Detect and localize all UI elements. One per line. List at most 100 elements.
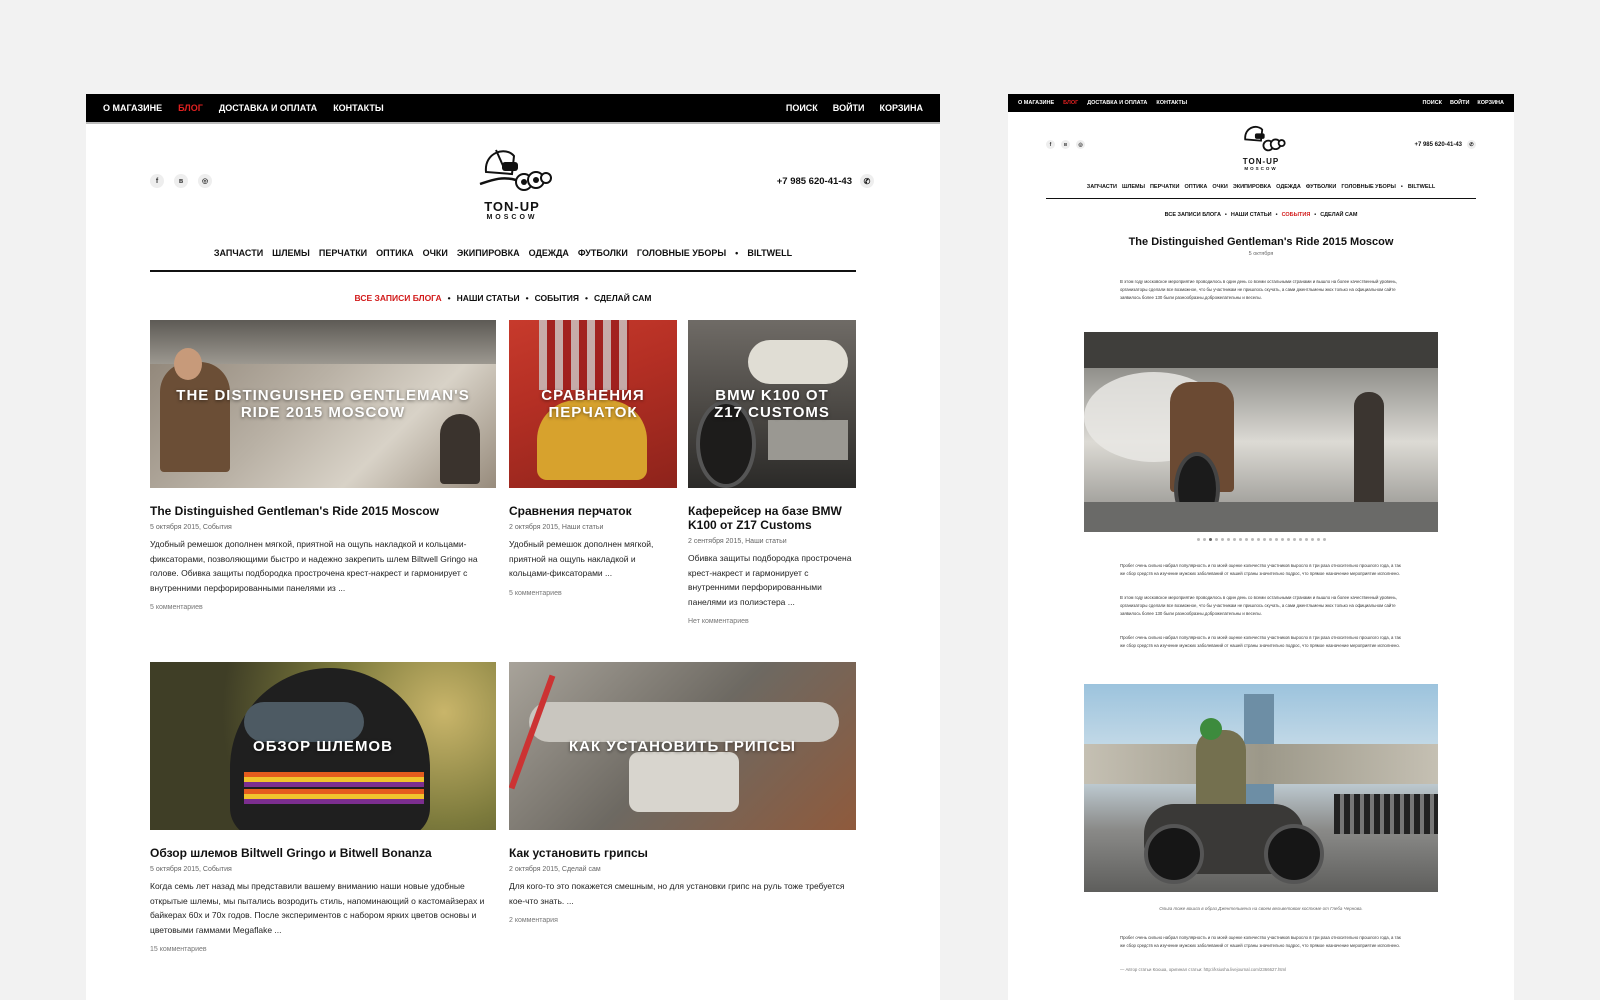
- phone-number[interactable]: +7 985 620-41-43: [1414, 142, 1462, 148]
- post-title[interactable]: Сравнения перчаток: [509, 504, 677, 518]
- cat-optics[interactable]: Оптика: [1185, 184, 1208, 190]
- facebook-icon[interactable]: f: [150, 174, 164, 188]
- cat-gear[interactable]: Экипировка: [1233, 184, 1271, 190]
- site-logo[interactable]: TON-UP MOSCOW: [1221, 120, 1301, 171]
- nav-login[interactable]: Войти: [833, 103, 865, 113]
- cat-tshirts[interactable]: Футболки: [578, 248, 628, 258]
- cat-biltwell[interactable]: Biltwell: [1408, 184, 1435, 190]
- tab-our-articles[interactable]: Наши статьи: [1231, 212, 1272, 218]
- pager-dot[interactable]: [1292, 538, 1296, 541]
- vk-icon[interactable]: в: [1061, 140, 1070, 149]
- nav-contacts[interactable]: Контакты: [333, 103, 383, 113]
- post-title[interactable]: Как установить грипсы: [509, 846, 856, 860]
- nav-delivery[interactable]: Доставка и оплата: [219, 103, 317, 113]
- cat-parts[interactable]: Запчасти: [1087, 184, 1117, 190]
- post-card[interactable]: The Distinguished Gentleman's Ride 2015 …: [150, 320, 496, 611]
- pager-dot[interactable]: [1268, 538, 1272, 541]
- cat-helmets[interactable]: Шлемы: [1122, 184, 1145, 190]
- tab-all-posts[interactable]: Все записи блога: [1165, 212, 1221, 218]
- post-image[interactable]: Сравнения перчаток: [509, 320, 677, 488]
- pager-dot[interactable]: [1322, 538, 1326, 541]
- pager-dot[interactable]: [1310, 538, 1314, 541]
- pager-dot[interactable]: [1298, 538, 1302, 541]
- pager-dot[interactable]: [1256, 538, 1260, 541]
- cat-goggles[interactable]: Очки: [1212, 184, 1227, 190]
- post-title[interactable]: Обзор шлемов Biltwell Gringo и Bitwell B…: [150, 846, 496, 860]
- post-comments[interactable]: Нет комментариев: [688, 618, 856, 625]
- pager-dot[interactable]: [1274, 538, 1278, 541]
- post-title[interactable]: The Distinguished Gentleman's Ride 2015 …: [150, 504, 496, 518]
- pager-dot[interactable]: [1244, 538, 1248, 541]
- pager-dot[interactable]: [1286, 538, 1290, 541]
- cat-gear[interactable]: Экипировка: [457, 248, 520, 258]
- cat-optics[interactable]: Оптика: [376, 248, 413, 258]
- nav-search[interactable]: Поиск: [786, 103, 818, 113]
- cat-headwear[interactable]: Головные уборы: [1341, 184, 1396, 190]
- pager-dot[interactable]: [1196, 538, 1200, 541]
- tab-our-articles[interactable]: Наши статьи: [457, 293, 520, 303]
- cat-helmets[interactable]: Шлемы: [272, 248, 310, 258]
- nav-blog[interactable]: Блог: [178, 103, 203, 113]
- cat-gloves[interactable]: Перчатки: [319, 248, 367, 258]
- nav-blog[interactable]: Блог: [1063, 100, 1078, 106]
- pager-dot[interactable]: [1238, 538, 1242, 541]
- site-logo[interactable]: TON-UP MOSCOW: [452, 140, 572, 221]
- tab-events[interactable]: События: [1282, 212, 1311, 218]
- pager-dot[interactable]: [1214, 538, 1218, 541]
- pager-dot[interactable]: [1232, 538, 1236, 541]
- pager-dot[interactable]: [1208, 538, 1212, 541]
- slider-pagination[interactable]: [1084, 538, 1438, 541]
- post-image[interactable]: Обзор шлемов: [150, 662, 496, 830]
- facebook-icon[interactable]: f: [1046, 140, 1055, 149]
- phone-icon[interactable]: ✆: [860, 174, 874, 188]
- cat-goggles[interactable]: Очки: [423, 248, 448, 258]
- vk-icon[interactable]: в: [174, 174, 188, 188]
- pager-dot[interactable]: [1250, 538, 1254, 541]
- post-comments[interactable]: 2 комментария: [509, 917, 856, 924]
- pager-dot[interactable]: [1316, 538, 1320, 541]
- cat-tshirts[interactable]: Футболки: [1306, 184, 1337, 190]
- post-comments[interactable]: 5 комментариев: [150, 604, 496, 611]
- article-photo-slider[interactable]: [1084, 332, 1438, 532]
- pager-dot[interactable]: [1202, 538, 1206, 541]
- post-image[interactable]: Как установить грипсы: [509, 662, 856, 830]
- cat-clothes[interactable]: Одежда: [1276, 184, 1301, 190]
- nav-about[interactable]: О магазине: [1018, 100, 1054, 106]
- social-links: f в ◎: [150, 174, 212, 188]
- tab-diy[interactable]: Сделай сам: [594, 293, 651, 303]
- nav-about[interactable]: О магазине: [103, 103, 162, 113]
- nav-login[interactable]: Войти: [1450, 100, 1469, 106]
- cat-gloves[interactable]: Перчатки: [1150, 184, 1180, 190]
- phone-icon[interactable]: ✆: [1467, 140, 1476, 149]
- tab-all-posts[interactable]: Все записи блога: [355, 293, 442, 303]
- post-comments[interactable]: 5 комментариев: [509, 590, 677, 597]
- post-comments[interactable]: 15 комментариев: [150, 946, 496, 953]
- instagram-icon[interactable]: ◎: [1076, 140, 1085, 149]
- nav-cart[interactable]: Корзина: [1477, 100, 1504, 106]
- nav-search[interactable]: Поиск: [1423, 100, 1443, 106]
- post-image[interactable]: BMW K100 от Z17 Customs: [688, 320, 856, 488]
- post-title[interactable]: Каферейсер на базе BMW K100 от Z17 Custo…: [688, 504, 856, 532]
- post-card[interactable]: Как установить грипсы Как установить гри…: [509, 662, 856, 924]
- tab-diy[interactable]: Сделай сам: [1320, 212, 1357, 218]
- cat-headwear[interactable]: Головные уборы: [637, 248, 726, 258]
- article-footnote[interactable]: — Автор статьи Ксюша, оригинал статьи: h…: [1120, 966, 1402, 974]
- nav-delivery[interactable]: Доставка и оплата: [1087, 100, 1147, 106]
- phone-number[interactable]: +7 985 620-41-43: [777, 176, 852, 187]
- nav-contacts[interactable]: Контакты: [1156, 100, 1187, 106]
- pager-dot[interactable]: [1226, 538, 1230, 541]
- nav-cart[interactable]: Корзина: [880, 103, 923, 113]
- cat-parts[interactable]: Запчасти: [214, 248, 263, 258]
- cat-clothes[interactable]: Одежда: [529, 248, 569, 258]
- post-card[interactable]: Сравнения перчаток Сравнения перчаток 2 …: [509, 320, 677, 597]
- pager-dot[interactable]: [1280, 538, 1284, 541]
- pager-dot[interactable]: [1262, 538, 1266, 541]
- tab-events[interactable]: События: [535, 293, 579, 303]
- cat-biltwell[interactable]: Biltwell: [747, 248, 792, 258]
- post-card[interactable]: Обзор шлемов Обзор шлемов Biltwell Gring…: [150, 662, 496, 953]
- pager-dot[interactable]: [1220, 538, 1224, 541]
- instagram-icon[interactable]: ◎: [198, 174, 212, 188]
- pager-dot[interactable]: [1304, 538, 1308, 541]
- post-image[interactable]: The Distinguished Gentleman's Ride 2015 …: [150, 320, 496, 488]
- post-card[interactable]: BMW K100 от Z17 Customs Каферейсер на ба…: [688, 320, 856, 625]
